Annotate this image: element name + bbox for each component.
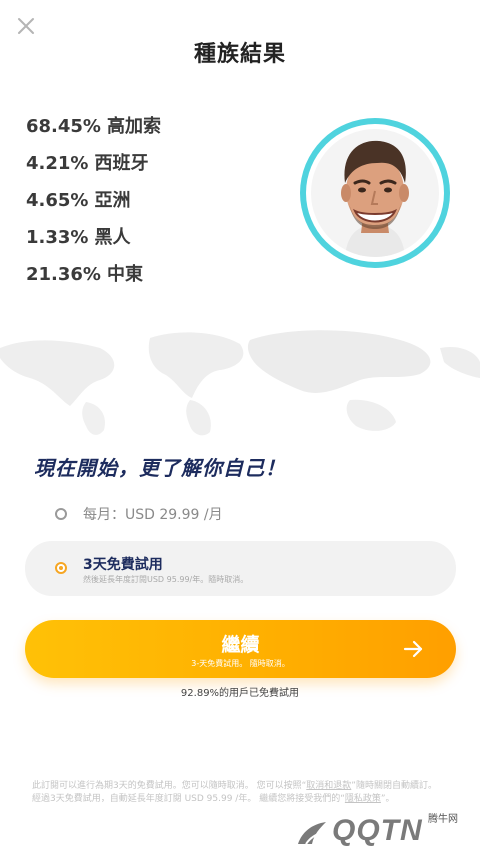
result-row-caucasian: 68.45% 高加索: [26, 112, 161, 149]
result-label: 亞洲: [94, 190, 131, 211]
result-row-middle-eastern: 21.36% 中東: [26, 260, 161, 297]
result-row-black: 1.33% 黑人: [26, 223, 161, 260]
result-row-asian: 4.65% 亞洲: [26, 186, 161, 223]
world-map-image: [0, 330, 480, 436]
privacy-policy-link[interactable]: 隱私政策: [345, 794, 381, 804]
result-percent: 4.65%: [26, 190, 89, 211]
page-title: 種族結果: [193, 42, 286, 67]
close-icon: [18, 18, 34, 34]
portrait-image: [311, 129, 439, 257]
trial-stat-text: 92.89%的用戶已免費試用: [180, 688, 300, 699]
radio-unselected-icon[interactable]: [55, 508, 67, 520]
ethnicity-results-list: 68.45% 高加索 4.21% 西班牙 4.65% 亞洲 1.33% 黑人 21.36…: [26, 112, 161, 297]
world-map-background: [0, 318, 480, 438]
radio-selected-icon[interactable]: [55, 562, 67, 574]
plan-label-trial: 3天免費試用: [83, 557, 163, 573]
plan-option-monthly[interactable]: 每月：USD 29.99 /月: [25, 490, 456, 538]
terms-text: ”。: [380, 794, 395, 804]
watermark-site-name: 腾牛网: [426, 810, 460, 825]
result-percent: 21.36%: [26, 264, 101, 285]
continue-label: 繼續: [221, 634, 260, 656]
continue-sublabel: 3-天免費試用。 隨時取消。: [191, 659, 290, 668]
result-percent: 4.21%: [26, 153, 89, 174]
terms-text: 此訂閱可以進行為期3天的免費試用。您可以隨時取消。 您可以按照“: [32, 781, 307, 791]
watermark-logo-text: QQTN: [332, 814, 423, 847]
watermark: QQTN 腾牛网: [292, 808, 472, 852]
plan-label-monthly: 每月：USD 29.99 /月: [83, 507, 223, 523]
result-percent: 1.33%: [26, 227, 89, 248]
result-label: 高加索: [106, 116, 161, 137]
result-label: 西班牙: [94, 153, 149, 174]
subscription-terms: 此訂閱可以進行為期3天的免費試用。您可以隨時取消。 您可以按照“取消和退款”隨時…: [32, 780, 444, 806]
result-percent: 68.45%: [26, 116, 101, 137]
cancel-refund-link[interactable]: 取消和退款: [306, 781, 351, 791]
watermark-logo-icon: [292, 814, 332, 850]
face-photo: [311, 129, 439, 257]
close-button[interactable]: [14, 14, 38, 38]
continue-button[interactable]: 繼續 3-天免費試用。 隨時取消。: [25, 620, 456, 678]
result-label: 中東: [106, 264, 143, 285]
avatar: [300, 118, 450, 268]
result-label: 黑人: [94, 227, 131, 248]
tagline: 現在開始，更了解你自己！: [34, 456, 286, 480]
result-row-hispanic: 4.21% 西班牙: [26, 149, 161, 186]
arrow-right-icon: [402, 638, 424, 660]
plan-sublabel-trial: 然後延長年度訂閱USD 95.99/年。隨時取消。: [83, 575, 249, 584]
plan-option-trial[interactable]: 3天免費試用 然後延長年度訂閱USD 95.99/年。隨時取消。: [25, 541, 456, 596]
